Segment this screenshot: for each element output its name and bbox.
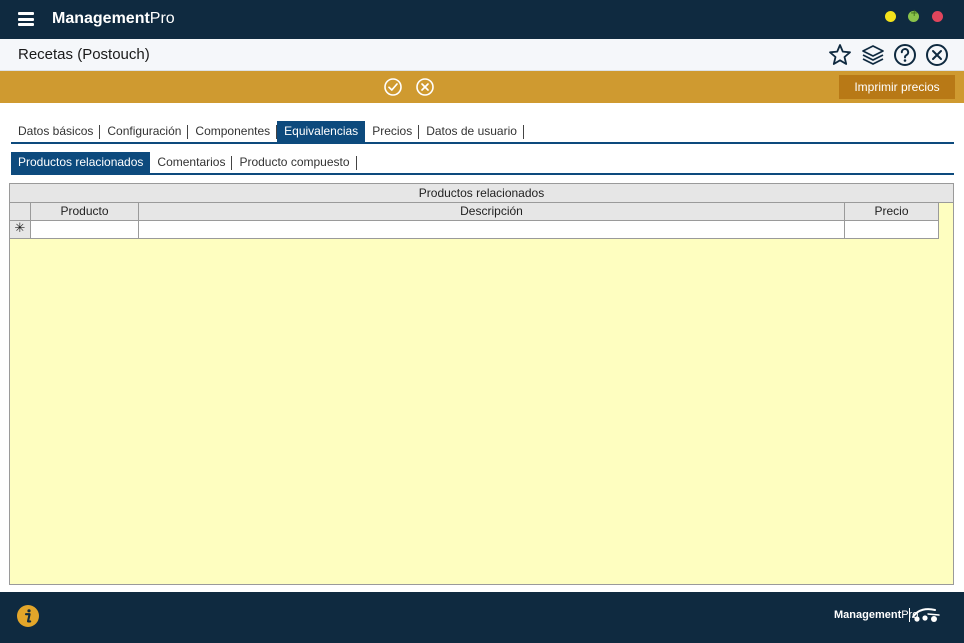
tab-precios[interactable]: Precios (365, 121, 420, 142)
footer-brand: ManagementPro (834, 609, 918, 621)
column-header-producto[interactable]: Producto (31, 203, 139, 221)
app-title: ManagementPro (52, 10, 175, 27)
check-circle-icon[interactable] (383, 77, 403, 97)
table-row: ✳ (10, 221, 939, 239)
cancel-circle-icon[interactable] (415, 77, 435, 97)
close-icon[interactable] (925, 43, 949, 67)
tab-productos-relacionados[interactable]: Productos relacionados (11, 152, 151, 173)
star-icon[interactable] (828, 43, 852, 67)
related-products-grid: Productos relacionados Producto Descripc… (9, 183, 954, 585)
help-icon[interactable] (893, 43, 917, 67)
menu-icon[interactable] (18, 12, 34, 26)
tab-componentes[interactable]: Componentes (188, 121, 277, 142)
grid-header-row: Producto Descripción Precio (10, 203, 939, 221)
descripcion-cell[interactable] (139, 221, 845, 239)
footer-bar: ManagementPro (0, 592, 964, 643)
tab-equivalencias[interactable]: Equivalencias (277, 121, 366, 142)
print-prices-button[interactable]: Imprimir precios (839, 75, 955, 99)
minimize-button[interactable] (885, 11, 896, 22)
tab-producto-compuesto[interactable]: Producto compuesto (232, 152, 357, 173)
layers-icon[interactable] (861, 43, 885, 67)
title-bar: ManagementPro (0, 0, 964, 39)
brand-logo-icon (909, 608, 940, 622)
tab-datos-de-usuario[interactable]: Datos de usuario (419, 121, 524, 142)
column-header-precio[interactable]: Precio (845, 203, 939, 221)
page-header: Recetas (Postouch) (0, 39, 964, 71)
page-title: Recetas (Postouch) (18, 46, 150, 63)
action-bar: Imprimir precios (0, 71, 964, 103)
precio-cell[interactable] (845, 221, 939, 239)
tab-comentarios[interactable]: Comentarios (150, 152, 233, 173)
maximize-button[interactable] (908, 8, 919, 22)
tab-configuracion[interactable]: Configuración (100, 121, 189, 142)
close-window-button[interactable] (932, 11, 943, 22)
new-row-marker: ✳ (10, 221, 31, 239)
row-header-corner (10, 203, 31, 221)
tab-datos-basicos[interactable]: Datos básicos (11, 121, 101, 142)
main-tabs: Datos básicos Configuración Componentes … (11, 121, 954, 144)
grid-caption: Productos relacionados (10, 184, 953, 203)
sub-tabs: Productos relacionados Comentarios Produ… (11, 152, 954, 175)
info-icon[interactable] (17, 605, 39, 627)
producto-cell[interactable] (31, 221, 139, 239)
column-header-descripcion[interactable]: Descripción (139, 203, 845, 221)
